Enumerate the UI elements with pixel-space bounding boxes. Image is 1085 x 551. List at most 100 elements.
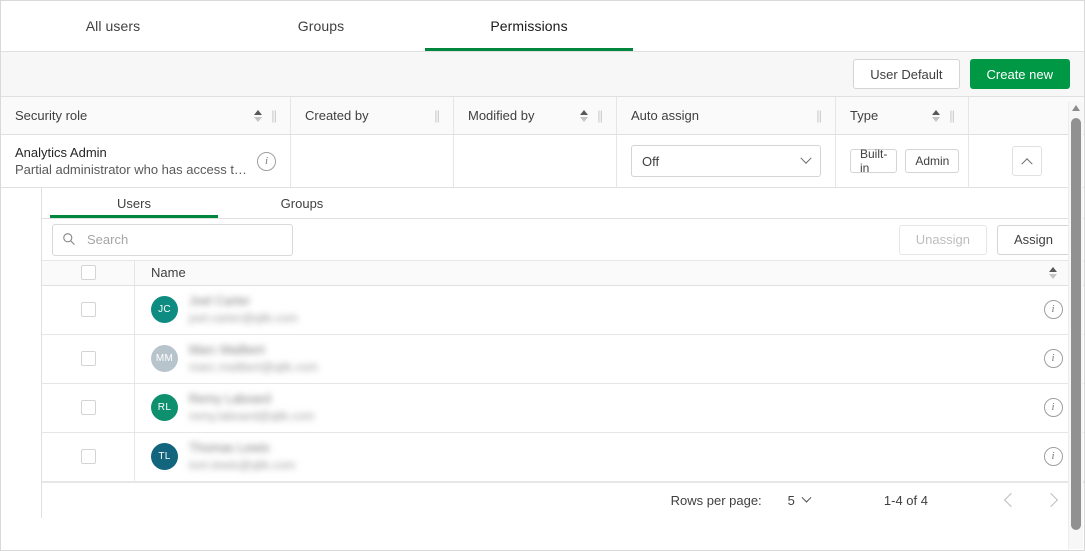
chevron-down-icon [801,493,811,503]
users-table-body: JC Joel Carter joel.carter@qlik.com i MM [42,286,1084,482]
panel-toolbar: Unassign Assign [42,219,1084,259]
chevron-left-icon [1004,493,1018,507]
unassign-button[interactable]: Unassign [899,225,987,255]
auto-assign-select[interactable]: Off [631,145,821,177]
column-header-name-label: Name [151,265,186,280]
panel-tab-bar: Users Groups [42,188,1084,219]
avatar: TL [151,443,178,470]
column-header-name[interactable]: Name [135,265,1022,280]
search-field-wrapper [52,224,293,256]
user-name: Marc Mailbert [189,343,318,357]
chevron-up-icon [1021,158,1032,169]
sort-arrows-icon[interactable] [1049,265,1058,281]
row-checkbox[interactable] [81,302,96,317]
row-checkbox[interactable] [81,400,96,415]
row-name-cell: MM Marc Mailbert marc.mailbert@qlik.com [135,343,1022,374]
panel-tab-groups[interactable]: Groups [218,188,386,218]
column-header-created-by[interactable]: Created by || [291,97,454,134]
column-header-security-role[interactable]: Security role || [1,97,291,134]
scrollbar-thumb[interactable] [1071,118,1081,530]
table-row[interactable]: RL Remy Laboard remy.laboard@qlik.com i [42,384,1084,433]
sort-arrows-icon[interactable] [580,108,589,124]
sort-arrows-icon[interactable] [932,108,941,124]
main-tab-bar: All users Groups Permissions [1,1,1084,52]
info-icon[interactable]: i [257,152,276,171]
tab-all-users[interactable]: All users [9,1,217,51]
sort-arrows-icon[interactable] [254,108,263,124]
user-email: tom.lewis@qlik.com [189,458,295,472]
column-resize-handle[interactable]: || [434,108,439,123]
tab-groups[interactable]: Groups [217,1,425,51]
role-row-analytics-admin[interactable]: Analytics Admin Partial administrator wh… [1,135,1084,188]
column-header-security-role-label: Security role [15,108,254,123]
column-resize-handle[interactable]: || [949,108,954,123]
users-table-header: Name [42,260,1084,286]
row-select-cell [42,433,135,481]
permissions-page: All users Groups Permissions User Defaul… [0,0,1085,551]
role-description: Partial administrator who has access t… [15,161,257,178]
pagination-bar: Rows per page: 5 1-4 of 4 [42,482,1084,518]
row-select-cell [42,384,135,432]
column-resize-handle[interactable]: || [597,108,602,123]
row-select-cell [42,286,135,334]
column-header-auto-assign-label: Auto assign [631,108,816,123]
column-header-created-by-label: Created by [305,108,434,123]
rows-per-page-value: 5 [788,493,795,508]
user-default-button[interactable]: User Default [853,59,959,89]
select-all-cell [42,261,135,285]
table-row[interactable]: TL Thomas Lewis tom.lewis@qlik.com i [42,433,1084,482]
tab-permissions-label: Permissions [490,18,567,34]
search-input[interactable] [52,224,293,256]
info-icon[interactable]: i [1044,300,1063,319]
column-header-type[interactable]: Type || [836,97,969,134]
auto-assign-value: Off [642,154,802,169]
chevron-right-icon [1044,493,1058,507]
type-tag-admin: Admin [905,149,959,173]
type-tag-built-in: Built-in [850,149,897,173]
role-cell-type: Built-in Admin [836,135,969,187]
avatar: MM [151,345,178,372]
tab-groups-label: Groups [298,18,345,34]
previous-page-button[interactable] [998,487,1024,513]
row-checkbox[interactable] [81,449,96,464]
panel-tab-users[interactable]: Users [50,188,218,218]
rows-per-page-select[interactable]: 5 [788,493,810,508]
user-name: Remy Laboard [189,392,314,406]
info-icon[interactable]: i [1044,447,1063,466]
column-resize-handle[interactable]: || [271,108,276,123]
avatar: JC [151,296,178,323]
column-header-auto-assign[interactable]: Auto assign || [617,97,836,134]
user-name: Joel Carter [189,294,298,308]
next-page-button[interactable] [1038,487,1064,513]
vertical-scrollbar[interactable] [1068,102,1083,549]
avatar: RL [151,394,178,421]
row-name-cell: TL Thomas Lewis tom.lewis@qlik.com [135,441,1022,472]
panel-tab-groups-label: Groups [281,196,324,211]
user-email: marc.mailbert@qlik.com [189,360,318,374]
role-cell-created-by [291,135,454,187]
row-name-cell: RL Remy Laboard remy.laboard@qlik.com [135,392,1022,423]
create-new-button[interactable]: Create new [970,59,1070,89]
assign-button[interactable]: Assign [997,225,1070,255]
rows-per-page-label: Rows per page: [671,493,762,508]
row-checkbox[interactable] [81,351,96,366]
column-header-modified-by-label: Modified by [468,108,580,123]
page-toolbar: User Default Create new [1,52,1084,97]
row-name-cell: JC Joel Carter joel.carter@qlik.com [135,294,1022,325]
tab-permissions[interactable]: Permissions [425,1,633,51]
role-name: Analytics Admin [15,145,257,161]
info-icon[interactable]: i [1044,349,1063,368]
role-cell-modified-by [454,135,617,187]
role-cell-expand [969,135,1084,187]
tab-all-users-label: All users [86,18,141,34]
select-all-checkbox[interactable] [81,265,96,280]
column-resize-handle[interactable]: || [816,108,821,123]
column-header-modified-by[interactable]: Modified by || [454,97,617,134]
collapse-row-button[interactable] [1012,146,1042,176]
info-icon[interactable]: i [1044,398,1063,417]
table-row[interactable]: JC Joel Carter joel.carter@qlik.com i [42,286,1084,335]
scroll-up-arrow-icon[interactable] [1072,105,1080,111]
table-row[interactable]: MM Marc Mailbert marc.mailbert@qlik.com … [42,335,1084,384]
panel-tab-users-label: Users [117,196,151,211]
column-header-actions [969,97,1084,134]
